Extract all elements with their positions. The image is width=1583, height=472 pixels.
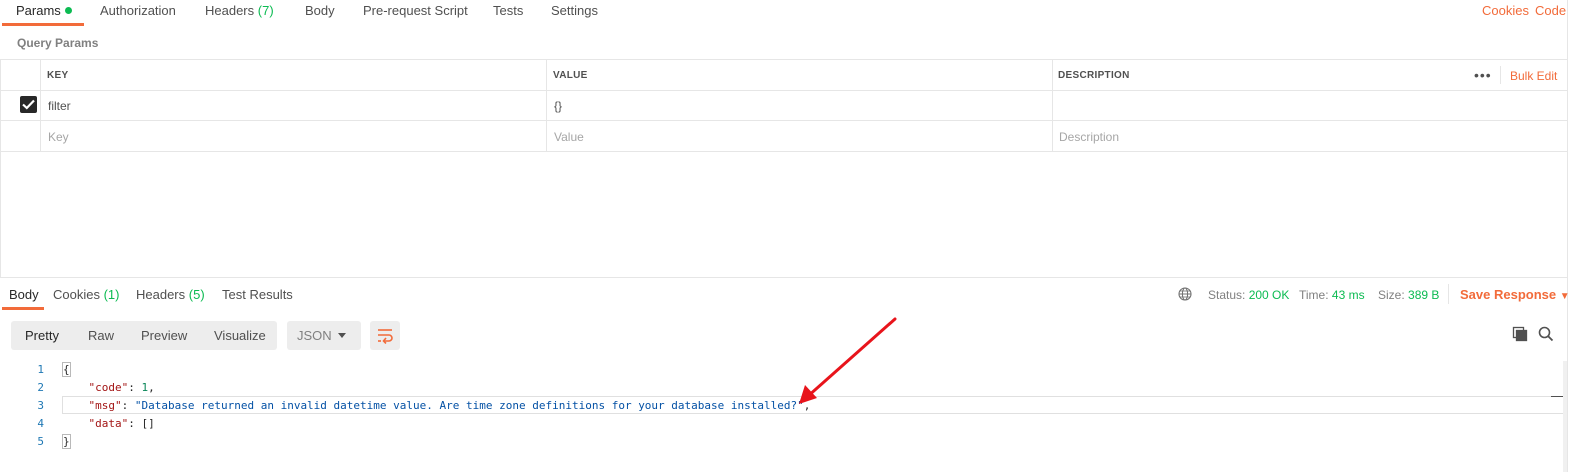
tab-params[interactable]: Params xyxy=(16,3,72,18)
new-description-input[interactable]: Description xyxy=(1059,130,1119,144)
size-label: Size: xyxy=(1378,288,1405,302)
caret-down-icon xyxy=(338,333,346,338)
column-divider xyxy=(40,90,41,120)
column-header-key: KEY xyxy=(47,70,69,81)
response-divider[interactable] xyxy=(0,277,1568,278)
line-number: 5 xyxy=(37,435,44,448)
tab-prerequest-script[interactable]: Pre-request Script xyxy=(363,3,468,18)
response-tab-headers-count: (5) xyxy=(188,287,205,302)
response-tab-body[interactable]: Body xyxy=(9,287,39,302)
column-header-description: DESCRIPTION xyxy=(1058,70,1130,81)
response-tab-headers-label: Headers xyxy=(136,287,186,302)
tab-headers[interactable]: Headers (7) xyxy=(205,3,274,18)
new-key-input[interactable]: Key xyxy=(48,130,69,144)
code-line-2: "code": 1, xyxy=(88,381,155,394)
tab-params-label: Params xyxy=(16,3,61,18)
new-value-input[interactable]: Value xyxy=(554,130,584,144)
size-value: 389 B xyxy=(1408,288,1440,302)
code-link[interactable]: Code xyxy=(1535,3,1566,18)
format-select[interactable]: JSON xyxy=(287,321,361,350)
json-key-msg: "msg" xyxy=(88,399,122,412)
column-divider xyxy=(1052,60,1053,90)
raw-button[interactable]: Raw xyxy=(88,328,114,343)
close-brace: } xyxy=(62,434,71,449)
pretty-button[interactable]: Pretty xyxy=(25,328,59,343)
code-line-4: "data": [] xyxy=(88,417,155,430)
params-active-dot xyxy=(64,7,72,14)
line-number: 4 xyxy=(37,417,44,430)
time-label: Time: xyxy=(1299,288,1329,302)
column-divider xyxy=(40,121,41,151)
column-divider xyxy=(546,121,547,151)
param-enabled-checkbox[interactable] xyxy=(20,96,37,113)
column-divider xyxy=(40,60,41,90)
tab-headers-count: (7) xyxy=(257,3,274,18)
line-number: 1 xyxy=(37,363,44,376)
column-divider xyxy=(546,90,547,120)
save-response-divider xyxy=(1448,284,1449,304)
tab-params-underline xyxy=(2,23,84,26)
bulk-edit-button[interactable]: Bulk Edit xyxy=(1510,69,1557,83)
request-tabs: Params Authorization Headers (7) Body Pr… xyxy=(0,0,1583,26)
column-divider xyxy=(1052,121,1053,151)
response-tab-cookies-label: Cookies xyxy=(53,287,100,302)
response-tab-cookies[interactable]: Cookies (1) xyxy=(53,287,119,302)
open-brace: { xyxy=(62,362,71,377)
query-params-title: Query Params xyxy=(17,36,99,50)
line-number: 3 xyxy=(37,399,44,412)
search-icon[interactable] xyxy=(1538,326,1554,342)
response-tab-test-results[interactable]: Test Results xyxy=(222,287,293,302)
column-divider xyxy=(546,60,547,90)
param-key-cell[interactable]: filter xyxy=(48,99,71,113)
status-label: Status: xyxy=(1208,288,1246,302)
json-value-code: 1 xyxy=(141,381,149,394)
cookies-link[interactable]: Cookies xyxy=(1482,3,1529,18)
tab-tests[interactable]: Tests xyxy=(493,3,523,18)
query-params-table: KEY VALUE DESCRIPTION ••• Bulk Edit filt… xyxy=(0,59,1568,152)
json-key-code: "code" xyxy=(88,381,129,394)
tab-headers-label: Headers xyxy=(205,3,255,18)
code-line-1: { xyxy=(62,362,71,377)
bulk-edit-divider xyxy=(1500,66,1501,84)
tab-settings[interactable]: Settings xyxy=(551,3,598,18)
status-indicator[interactable]: Status: 200 OK xyxy=(1208,288,1289,302)
response-format-group: Pretty Raw Preview Visualize xyxy=(11,321,277,350)
more-options-icon[interactable]: ••• xyxy=(1474,67,1492,83)
format-select-value: JSON xyxy=(297,328,332,343)
chevron-down-icon: ▼ xyxy=(1559,291,1570,302)
column-header-value: VALUE xyxy=(553,70,588,81)
right-border xyxy=(1567,0,1568,472)
response-tab-body-underline xyxy=(2,307,44,310)
save-response-label: Save Response xyxy=(1460,287,1557,302)
globe-icon[interactable] xyxy=(1178,287,1192,301)
tab-body[interactable]: Body xyxy=(305,3,335,18)
code-line-5: } xyxy=(62,434,71,449)
json-key-data: "data" xyxy=(88,417,129,430)
time-value: 43 ms xyxy=(1331,288,1365,302)
json-value-msg: "Database returned an invalid datetime v… xyxy=(134,399,804,412)
response-body-editor[interactable]: 1 2 3 4 5 { "code": 1, "msg": "Database … xyxy=(0,361,1566,472)
table-header-row: KEY VALUE DESCRIPTION ••• Bulk Edit xyxy=(0,59,1568,91)
visualize-button[interactable]: Visualize xyxy=(214,328,266,343)
code-line-3: "msg": "Database returned an invalid dat… xyxy=(88,399,811,412)
tab-authorization[interactable]: Authorization xyxy=(100,3,176,18)
check-icon xyxy=(22,99,35,110)
time-indicator[interactable]: Time: 43 ms xyxy=(1299,288,1365,302)
preview-button[interactable]: Preview xyxy=(141,328,187,343)
response-tab-cookies-count: (1) xyxy=(103,287,120,302)
table-row-empty: Key Value Description xyxy=(0,121,1568,152)
size-indicator[interactable]: Size: 389 B xyxy=(1378,288,1439,302)
column-divider xyxy=(1052,90,1053,120)
line-number: 2 xyxy=(37,381,44,394)
wrap-lines-button[interactable] xyxy=(370,321,400,350)
table-row: filter {} xyxy=(0,90,1568,121)
response-tab-headers[interactable]: Headers (5) xyxy=(136,287,205,302)
param-description-cell[interactable] xyxy=(1059,99,1539,113)
param-value-cell[interactable]: {} xyxy=(554,99,562,113)
json-value-data: [] xyxy=(141,417,155,430)
status-value: 200 OK xyxy=(1248,288,1290,302)
wrap-lines-icon xyxy=(378,329,393,344)
save-response-button[interactable]: Save Response ▼ xyxy=(1460,287,1570,302)
copy-icon[interactable] xyxy=(1512,326,1528,342)
